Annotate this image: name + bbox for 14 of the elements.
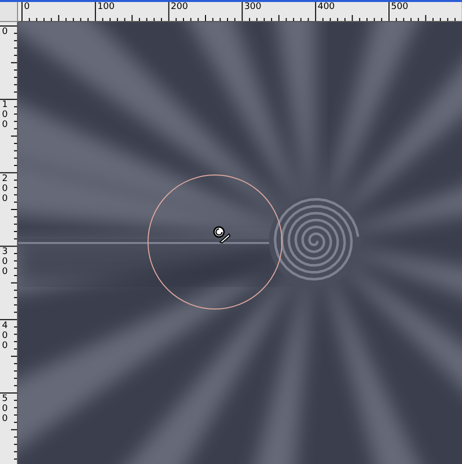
ruler-label: 500 <box>391 3 408 12</box>
ruler-label: 500 <box>2 394 9 424</box>
cursor-icon[interactable] <box>213 226 231 244</box>
ruler-label: 0 <box>24 3 30 12</box>
ruler-label: 400 <box>318 3 335 12</box>
ruler-label: 200 <box>170 3 188 12</box>
ruler-label: 300 <box>244 3 262 12</box>
ruler-label: 200 <box>2 174 9 204</box>
ruler-label: 100 <box>97 3 115 12</box>
brush-outline-icon <box>147 174 283 310</box>
ruler-label: 400 <box>2 320 9 351</box>
ruler-label: 300 <box>2 247 9 278</box>
ruler-label: 100 <box>2 100 9 130</box>
ruler-label: 0 <box>2 27 9 37</box>
